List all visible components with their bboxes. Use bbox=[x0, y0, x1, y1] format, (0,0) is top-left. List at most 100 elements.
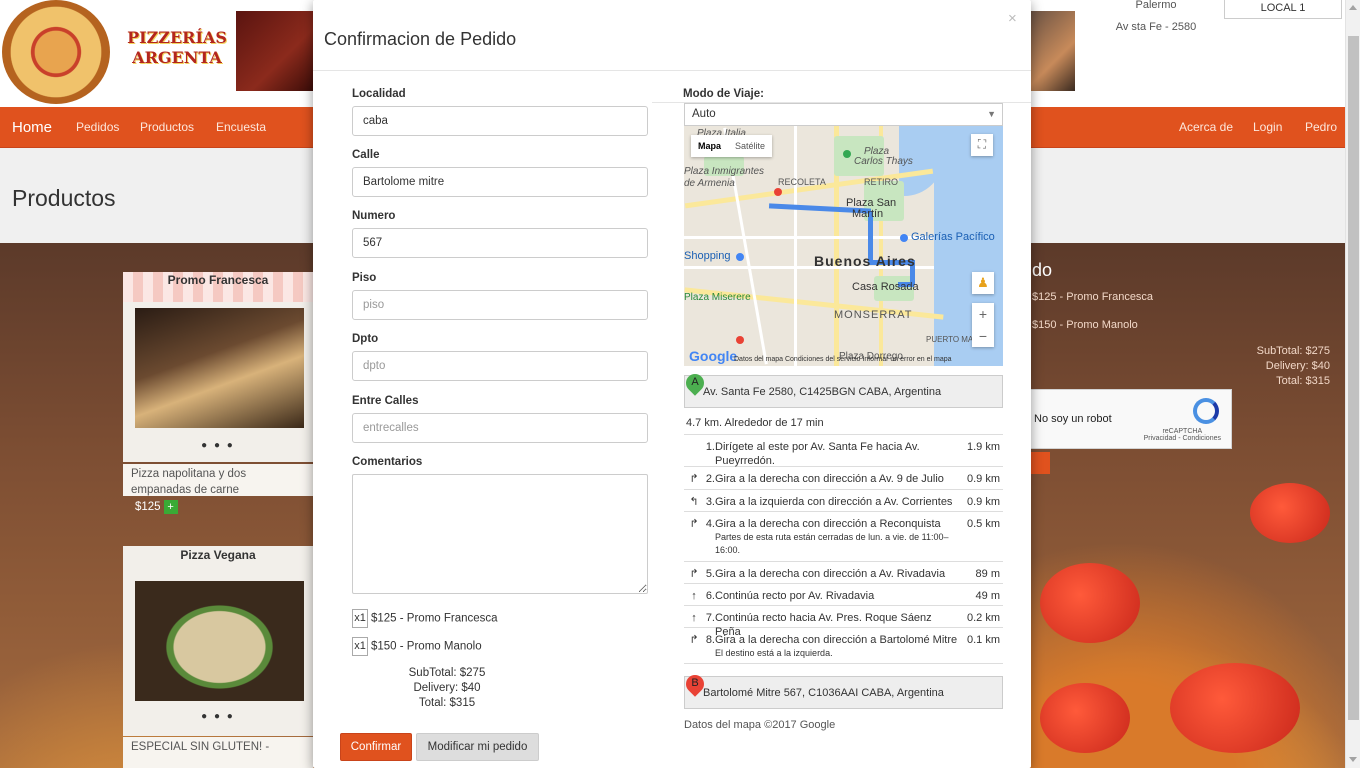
order-confirmation-modal: Confirmacion de Pedido × Localidad Calle… bbox=[313, 0, 1031, 768]
modal-header: Confirmacion de Pedido × bbox=[313, 0, 1031, 71]
piso-label: Piso bbox=[352, 272, 377, 284]
destination-address-text: Bartolomé Mitre 567, C1036AAI CABA, Arge… bbox=[703, 687, 944, 699]
shopping-marker-icon bbox=[900, 234, 908, 242]
direction-step: ↑ 7. Continúa recto hacia Av. Pres. Roqu… bbox=[684, 606, 1003, 638]
map-road bbox=[684, 236, 934, 239]
dpto-label: Dpto bbox=[352, 333, 379, 345]
park-marker-icon bbox=[843, 150, 851, 158]
step-distance: 0.5 km bbox=[966, 518, 1000, 530]
map-label: Martín bbox=[852, 208, 884, 220]
zoom-in-button[interactable]: + bbox=[972, 303, 994, 325]
dpto-input[interactable] bbox=[352, 351, 648, 381]
step-distance: 0.2 km bbox=[966, 612, 1000, 624]
step-text: Dirígete al este por Av. Santa Fe hacia … bbox=[715, 441, 920, 467]
step-distance: 0.9 km bbox=[966, 473, 1000, 485]
map-footer-links[interactable]: Datos del mapa Condiciones del servicio … bbox=[734, 356, 952, 363]
modify-order-button[interactable]: Modificar mi pedido bbox=[416, 733, 539, 761]
turn-right-icon: ↱ bbox=[689, 518, 699, 530]
marker-a-letter: A bbox=[691, 376, 699, 388]
map-label: Galerías Pacífico bbox=[911, 231, 995, 243]
entre-calles-input[interactable] bbox=[352, 413, 648, 443]
fullscreen-icon[interactable]: ⛶ bbox=[971, 134, 993, 156]
destination-address: B Bartolomé Mitre 567, C1036AAI CABA, Ar… bbox=[682, 671, 1003, 709]
turn-left-icon: ↰ bbox=[689, 496, 699, 508]
map-label: Plaza Miserere bbox=[684, 292, 751, 303]
scroll-up-arrow-icon[interactable] bbox=[1349, 5, 1357, 10]
step-note: El destino está a la izquierda. bbox=[715, 648, 833, 658]
step-instruction: Gira a la derecha con dirección a Reconq… bbox=[715, 518, 941, 530]
direction-step: ↱ 8. Gira a la derecha con dirección a B… bbox=[684, 628, 1003, 664]
numero-label: Numero bbox=[352, 210, 396, 222]
map-label: MONSERRAT bbox=[834, 309, 913, 321]
direction-step: ↱ 4. Gira a la derecha con dirección a R… bbox=[684, 512, 1003, 562]
step-number: 8. bbox=[705, 634, 715, 646]
marker-b-letter: B bbox=[691, 677, 699, 689]
step-number: 1. bbox=[705, 441, 715, 453]
order-item-text: $150 - Promo Manolo bbox=[371, 640, 482, 653]
google-logo: Google bbox=[689, 348, 738, 364]
turn-right-icon: ↱ bbox=[689, 568, 699, 580]
step-number: 7. bbox=[705, 612, 715, 624]
route-summary: 4.7 km. Alrededor de 17 min bbox=[686, 417, 824, 429]
origin-address-text: Av. Santa Fe 2580, C1425BGN CABA, Argent… bbox=[703, 386, 942, 398]
direction-step: ↰ 3. Gira a la izquierda con dirección a… bbox=[684, 490, 1003, 512]
step-text: Gira a la derecha con dirección a Bartol… bbox=[715, 633, 960, 660]
step-number: 4. bbox=[705, 518, 715, 530]
travel-mode-label: Modo de Viaje: bbox=[683, 88, 764, 100]
map-type-satellite-button[interactable]: Satélite bbox=[728, 135, 772, 157]
localidad-label: Localidad bbox=[352, 88, 406, 100]
order-item: x1 $150 - Promo Manolo bbox=[352, 637, 482, 656]
step-distance: 89 m bbox=[975, 568, 1000, 580]
step-distance: 1.9 km bbox=[966, 441, 1000, 453]
marker-b-icon: B bbox=[682, 671, 708, 709]
page-scrollbar[interactable] bbox=[1345, 0, 1360, 768]
origin-address: A Av. Santa Fe 2580, C1425BGN CABA, Arge… bbox=[682, 370, 1003, 408]
step-text: Gira a la izquierda con dirección a Av. … bbox=[715, 496, 953, 508]
order-total: Total: $315 bbox=[418, 697, 476, 709]
order-item-qty[interactable]: x1 bbox=[352, 609, 368, 628]
route-map[interactable]: Plaza Italia Plaza Carlos Thays Plaza In… bbox=[684, 126, 1003, 366]
scrollbar-thumb[interactable] bbox=[1348, 36, 1359, 720]
direction-step: 1. Dirígete al este por Av. Santa Fe hac… bbox=[684, 435, 1003, 467]
directions-list: 1. Dirígete al este por Av. Santa Fe hac… bbox=[684, 434, 1003, 664]
modal-title: Confirmacion de Pedido bbox=[324, 29, 517, 49]
close-icon[interactable]: × bbox=[1008, 10, 1017, 27]
pegman-icon[interactable]: ♟ bbox=[972, 272, 994, 294]
map-credit: Datos del mapa ©2017 Google bbox=[684, 719, 836, 731]
map-label: de Armenia bbox=[684, 178, 735, 189]
chevron-down-icon: ▼ bbox=[987, 109, 996, 119]
order-item: x1 $125 - Promo Francesca bbox=[352, 609, 498, 628]
shopping-marker-icon bbox=[736, 253, 744, 261]
localidad-input[interactable] bbox=[352, 106, 648, 136]
step-distance: 49 m bbox=[975, 590, 1000, 602]
confirm-button[interactable]: Confirmar bbox=[340, 733, 412, 761]
step-number: 5. bbox=[705, 568, 715, 580]
map-label: Casa Rosada bbox=[852, 281, 919, 293]
step-text: Gira a la derecha con dirección a Av. Ri… bbox=[715, 568, 946, 580]
map-type-map-button[interactable]: Mapa bbox=[691, 135, 728, 157]
straight-arrow-icon: ↑ bbox=[691, 612, 697, 624]
turn-right-icon: ↱ bbox=[689, 634, 699, 646]
straight-arrow-icon: ↑ bbox=[691, 590, 697, 602]
step-text: Continúa recto por Av. Rivadavia bbox=[715, 590, 875, 602]
order-item-qty[interactable]: x1 bbox=[352, 637, 368, 656]
hospital-marker-icon bbox=[736, 336, 744, 344]
step-note: Partes de esta ruta están cerradas de lu… bbox=[715, 532, 949, 555]
order-delivery: Delivery: $40 bbox=[413, 682, 481, 694]
comentarios-textarea[interactable] bbox=[352, 474, 648, 594]
step-text: Gira a la derecha con dirección a Reconq… bbox=[715, 517, 960, 557]
map-label: RECOLETA bbox=[778, 177, 826, 187]
numero-input[interactable] bbox=[352, 228, 648, 258]
piso-input[interactable] bbox=[352, 290, 648, 320]
scroll-down-arrow-icon[interactable] bbox=[1349, 757, 1357, 762]
map-road bbox=[794, 126, 797, 366]
zoom-out-button[interactable]: − bbox=[972, 325, 994, 347]
comentarios-label: Comentarios bbox=[352, 456, 423, 468]
calle-input[interactable] bbox=[352, 167, 648, 197]
travel-mode-select[interactable]: Auto ▼ bbox=[684, 103, 1003, 126]
map-city-label: Buenos Aires bbox=[814, 253, 916, 269]
hospital-marker-icon bbox=[774, 188, 782, 196]
calle-label: Calle bbox=[352, 149, 380, 161]
direction-step: ↱ 5. Gira a la derecha con dirección a A… bbox=[684, 562, 1003, 584]
marker-a-icon: A bbox=[682, 370, 708, 408]
